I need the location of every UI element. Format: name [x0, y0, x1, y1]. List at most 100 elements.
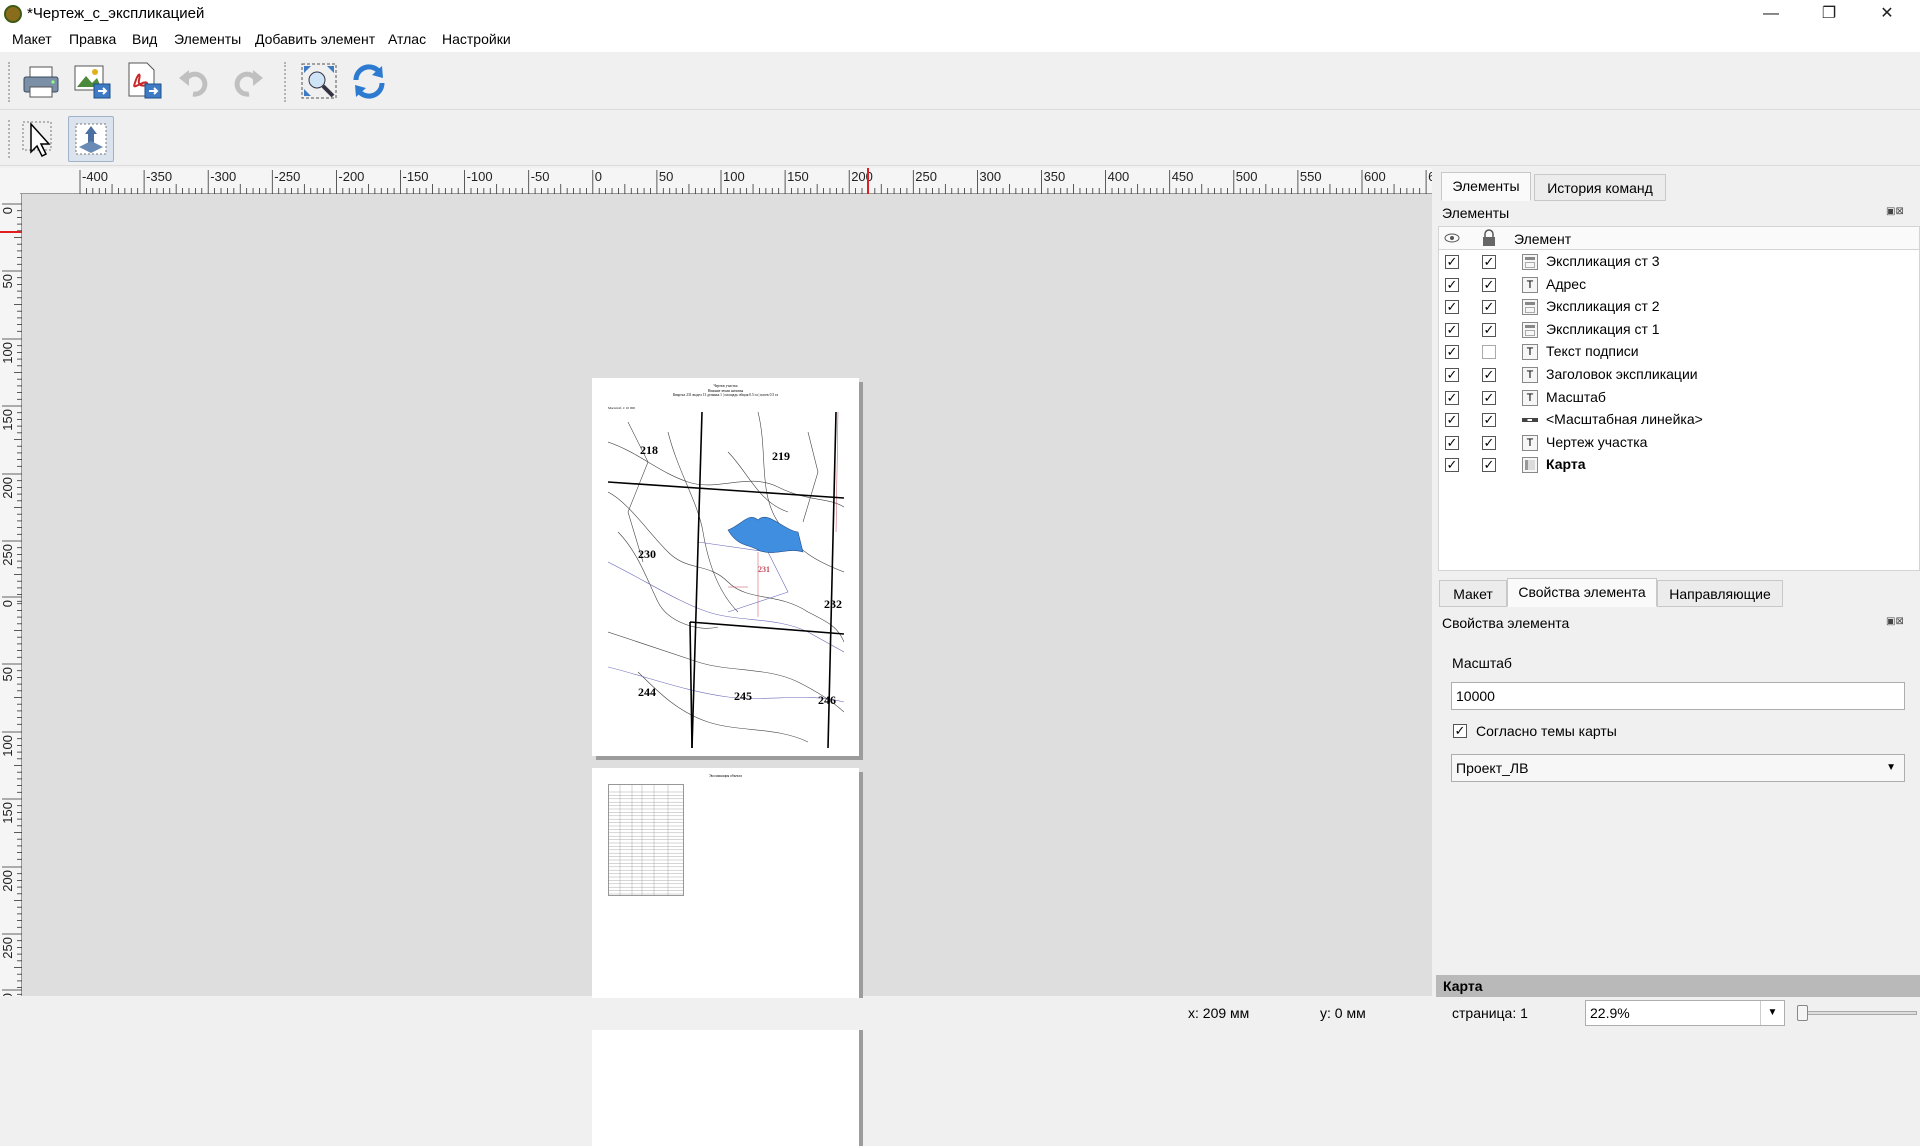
visibility-checkbox[interactable]: ✓ [1445, 390, 1459, 405]
items-row[interactable]: ✓ ✓ Экспликация ст 1 [1439, 319, 1919, 342]
restore-button[interactable]: ❐ [1800, 0, 1858, 28]
quarter-label: 231 [758, 565, 770, 574]
ruler-tick-label: 300 [979, 169, 1001, 184]
ruler-tick-label: 100 [0, 735, 15, 757]
items-row[interactable]: ✓ ✓ Экспликация ст 3 [1439, 251, 1919, 274]
zoom-combo[interactable]: 22.9% ▼ [1585, 1000, 1785, 1026]
ruler-tick-label: 100 [723, 169, 745, 184]
layout-page-2[interactable]: Экспликация объекта [592, 768, 859, 1146]
drawing-details: Квартал 231 выдел 13 делянка 1 | площадь… [672, 393, 779, 398]
menu-atlas[interactable]: Атлас [388, 31, 426, 47]
visibility-checkbox[interactable]: ✓ [1445, 345, 1459, 360]
toolbar-grip[interactable] [284, 62, 288, 102]
zoom-full-button[interactable] [296, 58, 342, 104]
lock-checkbox[interactable]: ✓ [1482, 322, 1496, 337]
print-button[interactable] [18, 58, 64, 104]
menu-items[interactable]: Элементы [174, 31, 241, 47]
layout-canvas[interactable]: -400 -350 -300 -250 -200 -150 -100 -50 0 50 100 150… [0, 168, 1443, 1146]
ruler-tick-label: 250 [0, 544, 15, 566]
chevron-down-icon[interactable]: ▼ [1760, 1001, 1784, 1025]
tab-item-properties[interactable]: Свойства элемента [1507, 578, 1657, 607]
export-image-button[interactable] [70, 58, 116, 104]
bottom-tabs: Макет Свойства элемента Направляющие [1436, 578, 1920, 612]
tab-items[interactable]: Элементы [1441, 172, 1531, 201]
zoom-slider[interactable] [1797, 1005, 1917, 1021]
horizontal-ruler-ticks: -400 -350 -300 -250 -200 -150 -100 -50 0 50 100 150… [79, 168, 1443, 194]
export-pdf-button[interactable] [121, 58, 167, 104]
items-row[interactable]: ✓ ✓ T Заголовок экспликации [1439, 364, 1919, 387]
lock-checkbox[interactable]: ✓ [1482, 368, 1496, 382]
layout-page-1[interactable]: Чертеж участка Нижние земли низовья Квар… [592, 378, 859, 756]
visibility-checkbox[interactable]: ✓ [1445, 435, 1459, 450]
items-row[interactable]: ✓ ✓ T Адрес [1439, 274, 1919, 297]
move-content-tool[interactable] [68, 116, 114, 162]
quarter-label: 230 [638, 547, 656, 561]
tab-command-history[interactable]: История команд [1534, 174, 1666, 201]
x-coordinate: x: 209 мм [1188, 1005, 1250, 1021]
explication-table [608, 784, 684, 896]
item-label: Чертеж участка [1546, 433, 1648, 450]
quarter-label: 246 [818, 693, 836, 707]
visibility-checkbox[interactable]: ✓ [1445, 322, 1459, 337]
table-icon [1522, 299, 1538, 316]
menu-settings[interactable]: Настройки [442, 31, 511, 47]
item-label: Экспликация ст 3 [1546, 253, 1660, 269]
lock-checkbox[interactable]: ✓ [1482, 390, 1496, 405]
toolbar-grip[interactable] [8, 120, 12, 158]
toolbar-grip[interactable] [8, 62, 12, 102]
item-label: Текст подписи [1546, 343, 1639, 360]
undo-button[interactable] [173, 58, 219, 104]
tab-layout[interactable]: Макет [1439, 580, 1507, 607]
scale-text: Масштаб 1: 10 000 [608, 406, 636, 410]
visibility-checkbox[interactable]: ✓ [1445, 413, 1459, 428]
ruler-tick-label: 200 [0, 477, 15, 499]
ruler-tick-label: 65 [1428, 169, 1432, 184]
visibility-checkbox[interactable]: ✓ [1445, 368, 1459, 382]
visibility-checkbox[interactable]: ✓ [1445, 255, 1459, 269]
items-row[interactable]: ✓ ✓ <Масштабная линейка> [1439, 409, 1919, 432]
y-coordinate: y: 0 мм [1320, 1005, 1366, 1021]
visibility-checkbox[interactable]: ✓ [1445, 300, 1459, 315]
theme-select[interactable]: Проект_ЛВ ▼ [1451, 754, 1905, 782]
items-row[interactable]: ✓ ✓ Карта [1439, 454, 1919, 477]
select-move-tool[interactable] [17, 116, 63, 162]
lock-checkbox[interactable] [1482, 345, 1496, 360]
theme-checkbox[interactable]: ✓ [1453, 724, 1467, 738]
ruler-tick-label: -400 [82, 169, 108, 184]
menu-add-item[interactable]: Добавить элемент [255, 31, 375, 47]
text-icon: T [1522, 389, 1538, 406]
lock-checkbox[interactable]: ✓ [1482, 300, 1496, 315]
menu-view[interactable]: Вид [132, 31, 157, 47]
ruler-tick-label: 0 [0, 207, 15, 214]
menu-layout[interactable]: Макет [12, 31, 52, 47]
minimize-button[interactable]: — [1742, 0, 1800, 28]
refresh-button[interactable] [346, 58, 392, 104]
horizontal-ruler[interactable]: -400 -350 -300 -250 -200 -150 -100 -50 0 50 100 150… [20, 168, 1443, 194]
items-row[interactable]: ✓ ✓ T Масштаб [1439, 387, 1919, 410]
scale-input[interactable]: 10000 [1451, 682, 1905, 710]
redo-button[interactable] [223, 58, 269, 104]
close-button[interactable]: ✕ [1858, 0, 1916, 28]
lock-checkbox[interactable]: ✓ [1482, 277, 1496, 292]
refresh-icon [353, 64, 385, 99]
items-row[interactable]: ✓ T Текст подписи [1439, 341, 1919, 364]
items-tree[interactable]: Элемент ✓ ✓ Экспликация ст 3 ✓ ✓ T Адрес ✓ ✓ Эксп… [1438, 226, 1920, 571]
items-panel-title: Элементы [1442, 205, 1510, 221]
tab-guides[interactable]: Направляющие [1657, 580, 1783, 607]
visibility-checkbox[interactable]: ✓ [1445, 458, 1459, 473]
lock-checkbox[interactable]: ✓ [1482, 435, 1496, 450]
dock-float-close-icons[interactable]: ▣⊠ [1886, 616, 1904, 627]
lock-checkbox[interactable]: ✓ [1482, 413, 1496, 428]
menu-edit[interactable]: Правка [69, 31, 116, 47]
quarter-label: 244 [638, 685, 656, 699]
lock-checkbox[interactable]: ✓ [1482, 458, 1496, 473]
visibility-checkbox[interactable]: ✓ [1445, 277, 1459, 292]
ruler-tick-label: 150 [787, 169, 809, 184]
items-row[interactable]: ✓ ✓ Экспликация ст 2 [1439, 296, 1919, 319]
dock-float-close-icons[interactable]: ▣⊠ [1886, 206, 1904, 217]
vertical-ruler[interactable]: 0 50 100 150 200 250 0 50 100 150 200 250 0 [0, 194, 22, 1000]
items-row[interactable]: ✓ ✓ T Чертеж участка [1439, 432, 1919, 455]
lock-checkbox[interactable]: ✓ [1482, 255, 1496, 269]
zoom-slider-handle[interactable] [1797, 1005, 1808, 1021]
ruler-tick-label: -250 [274, 169, 300, 184]
